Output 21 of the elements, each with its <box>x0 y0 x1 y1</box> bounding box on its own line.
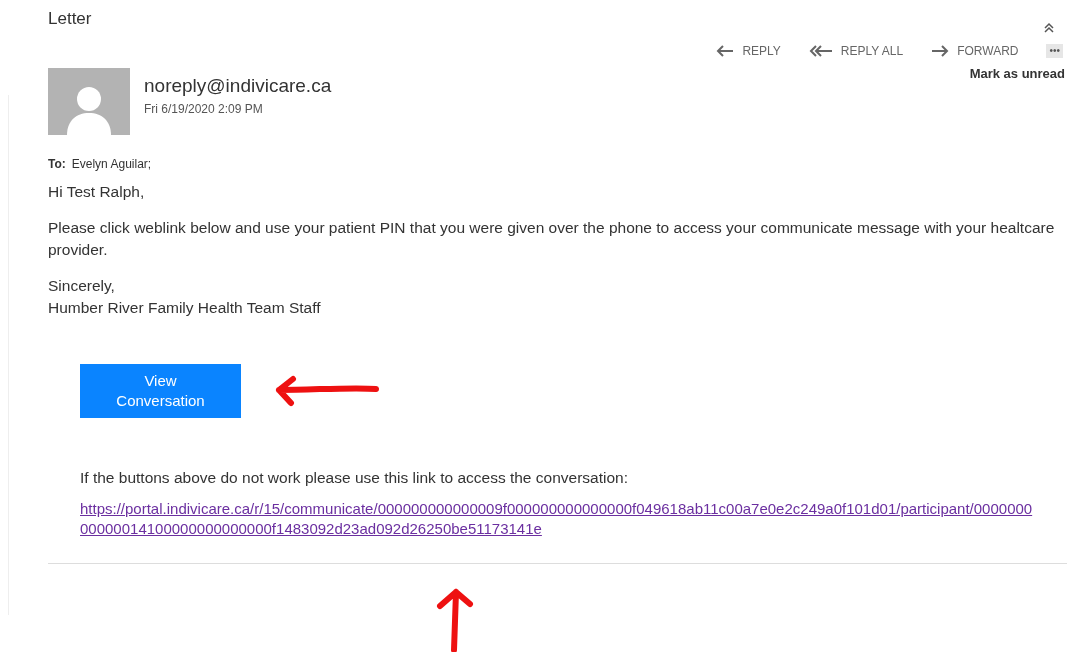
greeting: Hi Test Ralph, <box>48 182 146 202</box>
window-title: Letter <box>48 8 92 30</box>
signature: Humber River Family Health Team Staff <box>48 298 322 318</box>
mark-unread-link[interactable]: Mark as unread <box>969 64 1065 84</box>
to-label: To: <box>48 156 66 173</box>
arrow-right-icon <box>931 45 950 57</box>
body-paragraph: Please click weblink below and use your patient PIN that you were given over the phone to access your communicate message with your healtcare provider. <box>48 218 1056 260</box>
closing: Sincerely, <box>48 276 116 296</box>
sent-date: Fri 6/19/2020 2:09 PM <box>144 101 264 118</box>
sender-address: noreply@indivicare.ca <box>144 74 332 98</box>
reply-all-button[interactable]: REPLY ALL <box>808 42 904 60</box>
arrow-left-icon <box>716 45 735 57</box>
double-arrow-left-icon <box>808 45 833 57</box>
fallback-text: If the buttons above do not work please use this link to access the conversation: <box>79 468 629 488</box>
conversation-link[interactable]: https://portal.indivicare.ca/r/15/communicate/000000000000009f000000000000000f049618ab11c00a7e0e2c249a0f101d01/participant/000000000000014100000000000000f1483092d23ad092d26250be51173141e <box>80 499 1040 540</box>
forward-button[interactable]: FORWARD <box>931 42 1019 60</box>
view-conversation-button[interactable]: View Conversation <box>80 364 241 418</box>
collapse-icon[interactable] <box>1043 22 1055 34</box>
more-button[interactable]: ••• <box>1046 44 1063 58</box>
reply-button[interactable]: REPLY <box>716 42 781 60</box>
recipient: Evelyn Aguilar; <box>71 156 152 173</box>
